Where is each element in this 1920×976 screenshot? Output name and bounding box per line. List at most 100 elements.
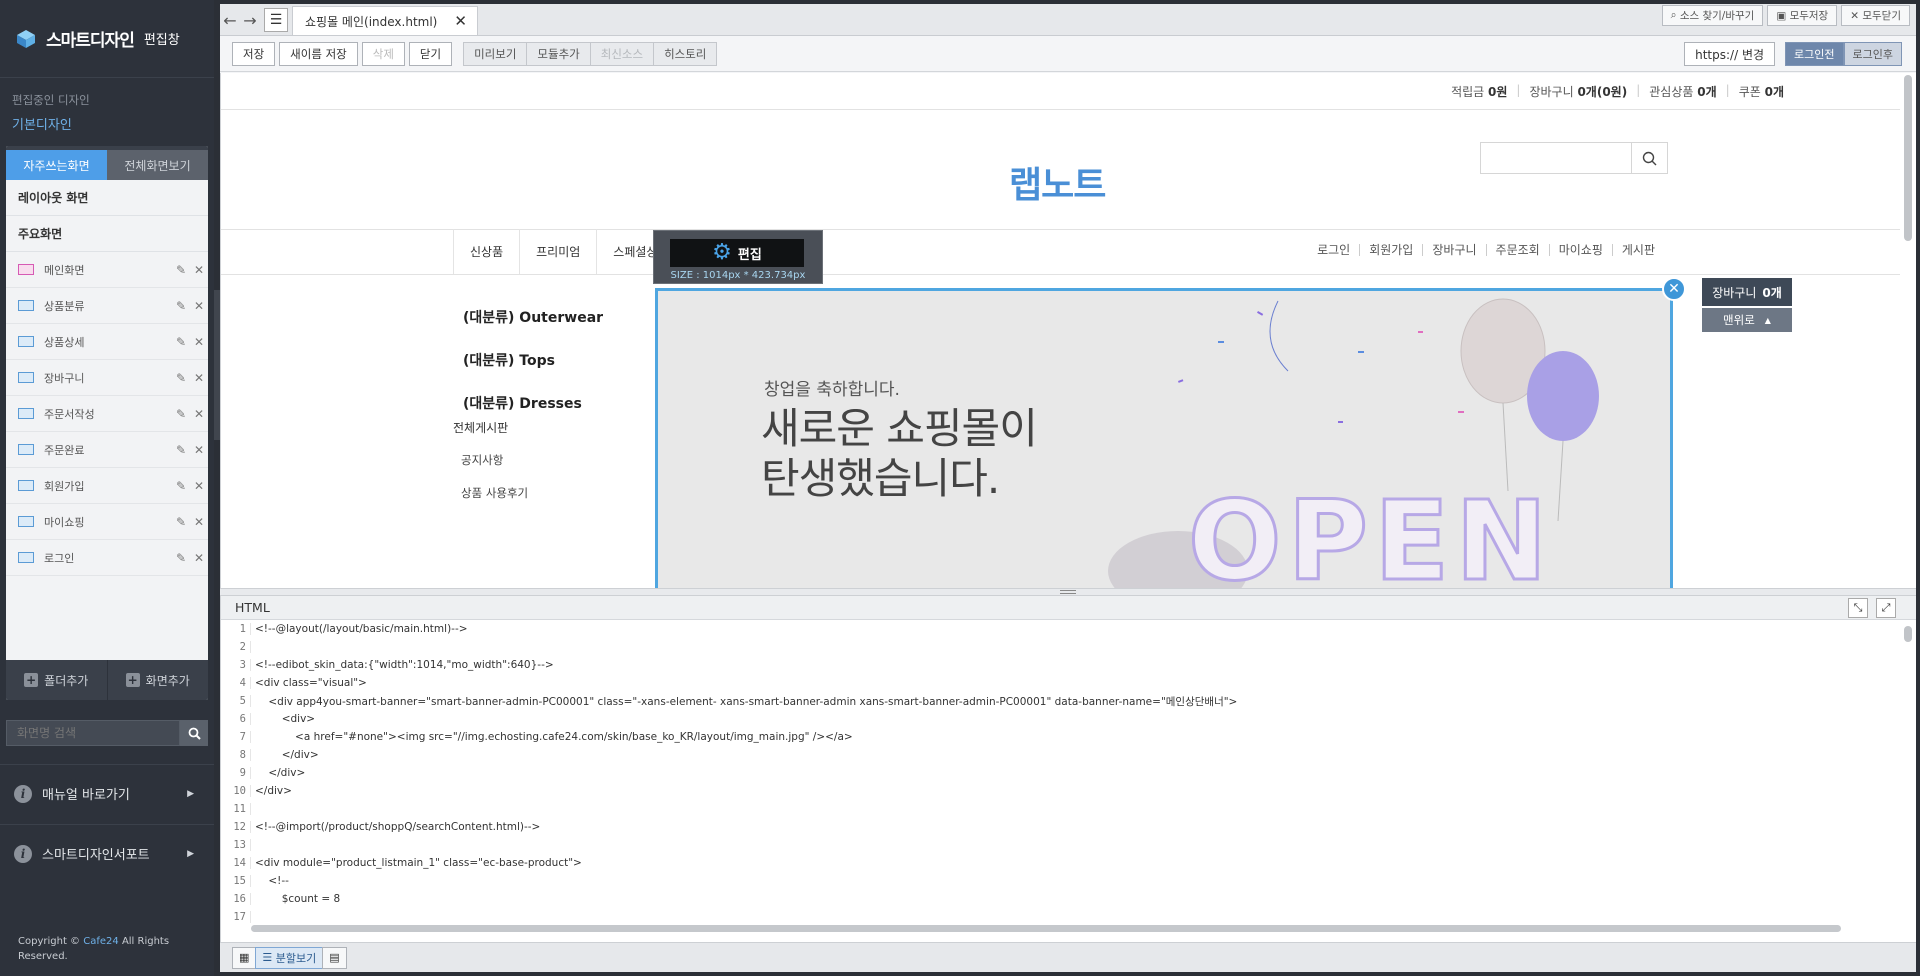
board-item[interactable]: 공지사항 — [453, 452, 528, 485]
pencil-icon[interactable]: ✎ — [172, 263, 190, 277]
screen-item[interactable]: 상품분류 ✎ ✕ — [6, 288, 208, 324]
divider: | — [1516, 83, 1521, 97]
tab-label: 쇼핑몰 메인(index.html) — [305, 14, 438, 29]
category-item[interactable]: (대분류) Tops — [463, 350, 603, 393]
section-main[interactable]: 주요화면 — [6, 216, 208, 252]
floating-cart-button[interactable]: 장바구니 0개 — [1702, 278, 1792, 306]
menu-order[interactable]: 주문조회 — [1485, 244, 1549, 256]
menu-premium[interactable]: 프리미엄 — [519, 229, 596, 274]
support-link[interactable]: i 스마트디자인서포트 ▶ — [0, 824, 214, 882]
section-layout[interactable]: 레이아웃 화면 — [6, 180, 208, 216]
board-item[interactable]: 상품 사용후기 — [453, 485, 528, 518]
menu-cart[interactable]: 장바구니 — [1422, 244, 1485, 256]
delete-button[interactable]: 삭제 — [361, 41, 405, 66]
menu-myshop[interactable]: 마이쇼핑 — [1548, 244, 1612, 256]
pencil-icon[interactable]: ✎ — [172, 335, 190, 349]
screen-item[interactable]: 주문완료 ✎ ✕ — [6, 432, 208, 468]
https-change-button[interactable]: https:// 변경 — [1684, 42, 1776, 66]
preview-button[interactable]: 미리보기 — [463, 41, 528, 66]
menu-new[interactable]: 신상품 — [453, 229, 519, 274]
main-banner[interactable]: OPEN 창업을 축하합니다. 새로운 쇼핑몰이 탄생했습니다. — [655, 288, 1673, 588]
grid-view-button[interactable]: ▦ — [232, 946, 257, 969]
expand-icon[interactable]: ⤢ — [1876, 598, 1896, 618]
pencil-icon[interactable]: ✎ — [172, 371, 190, 385]
pencil-icon[interactable]: ✎ — [172, 479, 190, 493]
code-view-button[interactable]: ▤ — [322, 946, 347, 969]
manual-link[interactable]: i 매뉴얼 바로가기 ▶ — [0, 764, 214, 822]
screen-search-input[interactable] — [6, 720, 180, 746]
current-design-name[interactable]: 기본디자인 — [12, 114, 202, 133]
screen-item[interactable]: 주문서작성 ✎ ✕ — [6, 396, 208, 432]
latest-source-button[interactable]: 최신소스 — [589, 41, 655, 66]
toolbar-group: 미리보기 모듈추가 최신소스 히스토리 — [463, 41, 718, 66]
back-icon[interactable]: ← — [220, 5, 240, 35]
menu-board[interactable]: 게시판 — [1611, 244, 1664, 256]
close-icon[interactable]: ✕ — [190, 407, 208, 421]
split-view-button[interactable]: ☰ 분할보기 — [255, 946, 324, 969]
collapse-icon[interactable]: ⤡ — [1848, 598, 1868, 618]
edit-button[interactable]: ⚙ 편집 — [670, 239, 804, 267]
add-folder-button[interactable]: + 폴더추가 — [6, 660, 108, 700]
save-all-button[interactable]: ▣ 모두저장 — [1767, 5, 1838, 26]
search-button[interactable] — [180, 720, 208, 746]
floating-cart-count: 0개 — [1762, 285, 1782, 300]
pencil-icon[interactable]: ✎ — [172, 443, 190, 457]
code-vertical-scrollbar[interactable] — [1904, 626, 1912, 642]
save-button[interactable]: 저장 — [232, 41, 276, 66]
wish-info[interactable]: 관심상품 0개 — [1649, 83, 1716, 100]
copyright-brand[interactable]: Cafe24 — [83, 936, 119, 947]
close-icon[interactable]: ✕ — [190, 299, 208, 313]
before-login-button[interactable]: 로그인전 — [1785, 42, 1844, 66]
close-all-button[interactable]: ✕ 모두닫기 — [1841, 5, 1910, 26]
tab-index-html[interactable]: 쇼핑몰 메인(index.html) ✕ — [292, 6, 478, 35]
pencil-icon[interactable]: ✎ — [172, 407, 190, 421]
history-button[interactable]: 히스토리 — [653, 41, 718, 66]
find-replace-button[interactable]: ⌕ 소스 찾기/바꾸기 — [1661, 5, 1764, 26]
add-screen-button[interactable]: + 화면추가 — [108, 660, 209, 700]
screen-item[interactable]: 마이쇼핑 ✎ ✕ — [6, 504, 208, 540]
close-icon[interactable]: ✕ — [190, 263, 208, 277]
screen-item[interactable]: 회원가입 ✎ ✕ — [6, 468, 208, 504]
points-info[interactable]: 적립금 0원 — [1451, 83, 1507, 100]
close-icon[interactable]: ✕ — [190, 551, 208, 565]
close-icon[interactable]: ✕ — [454, 12, 467, 30]
tab-all-screens[interactable]: 전체화면보기 — [107, 150, 208, 180]
split-handle[interactable] — [220, 588, 1916, 596]
list-icon[interactable]: ☰ — [264, 8, 288, 32]
pencil-icon[interactable]: ✎ — [172, 551, 190, 565]
tab-frequent-screens[interactable]: 자주쓰는화면 — [6, 150, 107, 180]
shop-search-input[interactable] — [1481, 143, 1631, 173]
close-button[interactable]: 닫기 — [408, 41, 453, 66]
menu-login[interactable]: 로그인 — [1308, 244, 1359, 256]
category-item[interactable]: (대분류) Outerwear — [463, 307, 603, 350]
banner-line2: 새로운 쇼핑몰이 — [761, 404, 1038, 453]
screen-item[interactable]: 메인화면 ✎ ✕ — [6, 252, 208, 288]
close-icon[interactable]: ✕ — [190, 371, 208, 385]
back-to-top-button[interactable]: 맨위로 ▲ — [1702, 308, 1792, 332]
add-module-button[interactable]: 모듈추가 — [526, 41, 591, 66]
save-as-button[interactable]: 새이름 저장 — [279, 41, 358, 66]
board-title[interactable]: 전체게시판 — [453, 419, 528, 452]
pencil-icon[interactable]: ✎ — [172, 299, 190, 313]
code-horizontal-scrollbar[interactable] — [251, 925, 1841, 932]
editor-tools: ⌕ 소스 찾기/바꾸기 ▣ 모두저장 ✕ 모두닫기 — [1661, 5, 1910, 26]
screen-item[interactable]: 장바구니 ✎ ✕ — [6, 360, 208, 396]
screen-item[interactable]: 로그인 ✎ ✕ — [6, 540, 208, 576]
forward-icon[interactable]: → — [240, 5, 260, 35]
shop-logo[interactable]: 랩노트 — [1009, 156, 1106, 208]
pencil-icon[interactable]: ✎ — [172, 515, 190, 529]
screen-item-label: 상품상세 — [44, 335, 85, 349]
close-icon[interactable]: ✕ — [1662, 277, 1686, 301]
after-login-button[interactable]: 로그인후 — [1843, 42, 1902, 66]
coupon-info[interactable]: 쿠폰 0개 — [1739, 83, 1784, 100]
screen-item[interactable]: 상품상세 ✎ ✕ — [6, 324, 208, 360]
close-icon[interactable]: ✕ — [190, 515, 208, 529]
cart-info[interactable]: 장바구니 0개(0원) — [1529, 83, 1627, 100]
menu-join[interactable]: 회원가입 — [1359, 244, 1422, 256]
close-icon[interactable]: ✕ — [190, 443, 208, 457]
code-lines[interactable]: 1 <!--@layout(/layout/basic/main.html)-->… — [221, 620, 1901, 924]
close-icon[interactable]: ✕ — [190, 335, 208, 349]
preview-scrollbar[interactable] — [1904, 75, 1912, 241]
shop-search-button[interactable] — [1631, 143, 1667, 173]
close-icon[interactable]: ✕ — [190, 479, 208, 493]
